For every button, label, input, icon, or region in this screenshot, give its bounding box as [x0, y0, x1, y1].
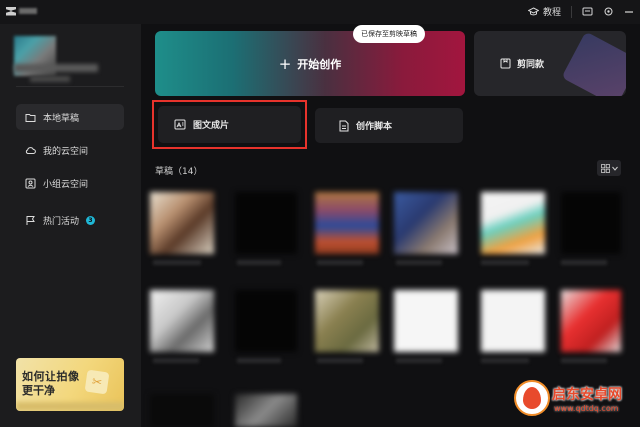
message-icon[interactable]	[582, 7, 593, 17]
promo-title-line2: 更干净	[22, 384, 55, 397]
draft-thumbnail[interactable]	[150, 290, 214, 352]
start-creation-label: 开始创作	[297, 57, 342, 71]
title-bar-actions: 教程	[527, 5, 634, 18]
tutorial-button[interactable]: 教程	[527, 5, 561, 18]
watermark-title: 启东安卓网	[552, 387, 622, 403]
draft-title-blurred	[561, 260, 607, 265]
sidebar-divider	[16, 86, 124, 87]
title-bar: 教程	[0, 0, 640, 24]
draft-title-blurred	[561, 358, 607, 363]
view-mode-toggle[interactable]	[597, 160, 621, 176]
create-script-button[interactable]: 创作脚本	[315, 108, 463, 143]
team-icon	[25, 178, 36, 188]
draft-thumbnail[interactable]	[394, 290, 458, 352]
divider	[571, 5, 572, 18]
draft-title-blurred	[317, 260, 363, 265]
draft-title-blurred	[237, 260, 281, 265]
draft-title-blurred	[481, 260, 529, 265]
draft-thumbnail[interactable]	[235, 192, 297, 254]
draft-thumbnail[interactable]	[150, 394, 214, 427]
document-icon	[339, 120, 349, 131]
sidebar-item-my-cloud[interactable]: 我的云空间	[16, 137, 124, 163]
cut-same-style-content: 剪同款	[500, 57, 544, 70]
promo-banner[interactable]: 如何让拍像 更干净 ✂	[16, 358, 124, 411]
drafts-count-label: 草稿（14）	[155, 167, 203, 177]
watermark-url: www.qdtdq.com	[554, 404, 619, 413]
draft-title-blurred	[396, 260, 442, 265]
user-name-blurred	[14, 64, 98, 72]
app-logo	[6, 6, 40, 16]
sidebar: 本地草稿 我的云空间 小组云空间 热门活动 3 如何让拍像 更干净 ✂	[0, 24, 141, 427]
sidebar-item-label: 小组云空间	[43, 179, 89, 190]
plus-icon: +	[278, 54, 292, 73]
draft-thumbnail[interactable]	[481, 192, 545, 254]
sidebar-item-label: 热门活动	[43, 216, 80, 227]
graduation-cap-icon	[527, 6, 539, 15]
cut-same-style-button[interactable]: 剪同款	[474, 31, 626, 96]
flag-icon	[26, 215, 35, 225]
draft-title-blurred	[153, 358, 199, 363]
card-decoration	[561, 31, 626, 96]
create-script-label: 创作脚本	[356, 122, 393, 132]
sidebar-item-local-drafts[interactable]: 本地草稿	[16, 104, 124, 130]
capcut-logo-icon	[6, 6, 16, 16]
watermark-logo-icon	[514, 380, 550, 416]
folder-icon	[25, 113, 36, 122]
draft-thumbnail[interactable]	[235, 394, 297, 427]
image-to-video-button[interactable]: 图文成片	[158, 106, 301, 143]
draft-thumbnail[interactable]	[561, 290, 621, 352]
image-to-video-label: 图文成片	[193, 121, 230, 131]
draft-thumbnail[interactable]	[315, 192, 379, 254]
main-panel: + 开始创作 已保存至剪映草稿 剪同款 图文成片 创作脚本 草稿（14）	[141, 24, 640, 427]
promo-footer-blurred	[16, 402, 124, 411]
draft-thumbnail[interactable]	[235, 290, 297, 352]
draft-thumbnail[interactable]	[150, 192, 214, 254]
sidebar-item-hot-events[interactable]: 热门活动 3	[16, 207, 124, 233]
saved-tooltip: 已保存至剪映草稿	[353, 25, 425, 43]
draft-title-blurred	[153, 260, 201, 265]
draft-thumbnail[interactable]	[561, 192, 621, 254]
image-text-icon	[174, 119, 186, 130]
sidebar-item-team-cloud[interactable]: 小组云空间	[16, 170, 124, 196]
draft-title-blurred	[396, 358, 442, 363]
draft-title-blurred	[317, 358, 363, 363]
cloud-icon	[25, 146, 36, 154]
draft-thumbnail[interactable]	[315, 290, 379, 352]
draft-thumbnail[interactable]	[481, 290, 545, 352]
template-icon	[500, 58, 511, 69]
app-name-blurred	[19, 8, 37, 14]
site-watermark: 启东安卓网 www.qdtdq.com	[504, 378, 640, 424]
draft-title-blurred	[481, 358, 529, 363]
minimize-icon[interactable]	[624, 7, 634, 17]
user-info-blurred	[30, 76, 70, 82]
grid-icon	[600, 163, 610, 173]
chevron-down-icon	[611, 166, 618, 171]
notification-badge: 3	[86, 215, 96, 225]
draft-thumbnail[interactable]	[394, 192, 458, 254]
settings-icon[interactable]	[603, 6, 614, 17]
draft-title-blurred	[237, 358, 281, 363]
tutorial-label: 教程	[542, 8, 561, 18]
sidebar-item-label: 我的云空间	[43, 146, 89, 157]
image-to-video-highlight: 图文成片	[152, 100, 307, 149]
cut-same-style-label: 剪同款	[517, 60, 545, 70]
sidebar-item-label: 本地草稿	[43, 113, 80, 124]
scissors-icon: ✂	[84, 369, 110, 395]
